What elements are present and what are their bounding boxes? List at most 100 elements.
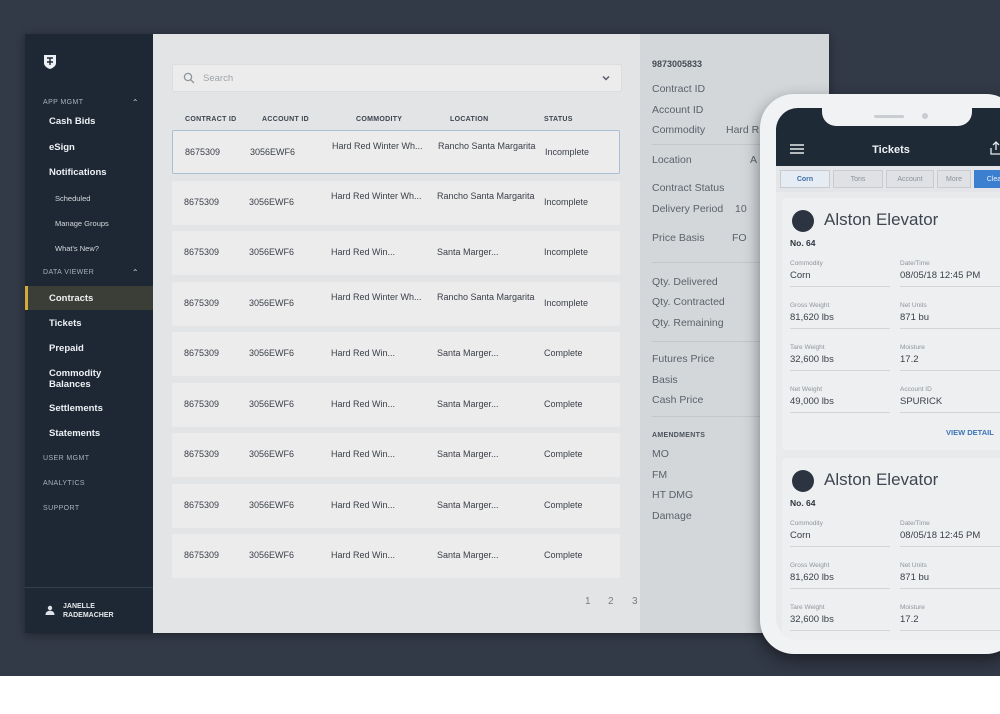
phone-notch [822,108,972,126]
sidebar-item-notifications[interactable]: Notifications [49,167,107,178]
section-label: DATA VIEWER [43,269,95,276]
sidebar-item-commodity-balances[interactable]: Commodity Balances [49,368,119,390]
cell-status: Complete [544,499,583,510]
sidebar-item-support[interactable]: SUPPORT [43,505,80,512]
detail-field-label: Basis [652,374,678,386]
table-row[interactable]: 8675309 3056EWF6 Hard Red Winter Wh... Ranc… [172,180,620,225]
cell-location: Santa Marger... [437,348,499,358]
amendment-item: Damage [652,509,692,522]
ticket-field-value: 08/05/18 12:45 PM [900,530,981,541]
detail-field-value: FO [732,232,747,244]
column-header-contract-id[interactable]: CONTRACT ID [185,116,237,123]
ticket-number: No. 64 [790,498,816,508]
ticket-field-value: 32,600 lbs [790,614,834,625]
clear-filters-button[interactable]: Clea [974,170,1000,188]
cell-commodity: Hard Red Win... [331,398,396,409]
filter-tab-corn[interactable]: Corn [780,170,830,188]
ticket-field-value: 08/05/18 12:45 PM [900,270,981,281]
elevator-logo-icon [792,470,814,492]
sidebar-item-user-mgmt[interactable]: USER MGMT [43,455,89,462]
page-1-link[interactable]: 1 [585,596,591,607]
detail-field-label: Cash Price [652,394,704,406]
phone-mockup: Tickets Corn Tons Account More Clea Alst… [760,94,1000,654]
sidebar-item-prepaid[interactable]: Prepaid [49,343,84,354]
search-bar[interactable]: Search [172,64,622,92]
table-row[interactable]: 8675309 3056EWF6 Hard Red Win... Santa Marg… [172,332,620,376]
cell-account-id: 3056EWF6 [249,348,295,358]
sidebar-subitem-scheduled[interactable]: Scheduled [55,194,90,203]
cell-contract-id: 8675309 [185,147,221,157]
table-row[interactable]: 8675309 3056EWF6 Hard Red Winter Wh... Ranc… [172,130,620,174]
view-detail-link[interactable]: VIEW DETAIL [946,428,994,437]
chevron-down-icon[interactable] [601,73,611,83]
table-row[interactable]: 8675309 3056EWF6 Hard Red Win... Santa Marg… [172,382,620,427]
ticket-field-value: 49,000 lbs [790,396,834,407]
table-row[interactable]: 8675309 3056EWF6 Hard Red Win... Santa Marg… [172,483,620,528]
table-row[interactable]: 8675309 3056EWF6 Hard Red Win... Santa Marg… [172,534,620,578]
sidebar-item-statements[interactable]: Statements [49,428,100,439]
ticket-card[interactable]: Alston Elevator No. 64 Commodity Corn Date… [782,458,1000,640]
cell-contract-id: 8675309 [184,247,220,257]
field-divider [900,630,1000,631]
ticket-field-label: Tare Weight [790,604,825,611]
filter-tab-account[interactable]: Account [886,170,934,188]
ticket-field-value: 17.2 [900,354,919,365]
ticket-card[interactable]: Alston Elevator No. 64 Commodity Corn Date… [782,198,1000,450]
detail-field-label: Location [652,154,692,166]
field-divider [790,286,890,287]
table-row[interactable]: 8675309 3056EWF6 Hard Red Win... Santa Marg… [172,231,620,275]
ticket-field-label: Moisture [900,604,925,611]
contracts-panel: Search CONTRACT ID ACCOUNT ID COMMODITY … [153,34,640,633]
field-divider [900,588,1000,589]
column-header-account-id[interactable]: ACCOUNT ID [262,116,309,123]
sidebar-item-cash-bids[interactable]: Cash Bids [49,116,95,127]
section-data-viewer[interactable]: DATA VIEWER ⌃ [43,268,145,277]
sidebar-subitem-whats-new[interactable]: What's New? [55,244,99,253]
detail-field-label: Delivery Period [652,203,724,215]
table-row[interactable]: 8675309 3056EWF6 Hard Red Win... Santa Marg… [172,433,620,477]
filter-tab-tons[interactable]: Tons [833,170,883,188]
detail-field-label: Contract Status [652,182,725,194]
cell-account-id: 3056EWF6 [249,499,295,510]
amendments-heading: AMENDMENTS [652,432,706,439]
column-header-status[interactable]: STATUS [544,116,573,123]
cell-contract-id: 8675309 [184,398,220,409]
sidebar-item-contracts[interactable]: Contracts [49,293,93,304]
sidebar-item-settlements[interactable]: Settlements [49,403,103,414]
search-icon [183,72,195,84]
cell-status: Complete [544,348,583,358]
cell-commodity: Hard Red Win... [331,348,396,358]
cell-status: Complete [544,398,583,409]
page-3-link[interactable]: 3 [632,596,638,607]
cell-account-id: 3056EWF6 [250,147,296,157]
cell-account-id: 3056EWF6 [249,398,295,409]
cell-account-id: 3056EWF6 [249,550,295,560]
ticket-field-value: 17.2 [900,614,919,625]
detail-field-label: Price Basis [652,232,705,244]
column-header-commodity[interactable]: COMMODITY [356,116,402,123]
field-divider [900,328,1000,329]
detail-field-label: Qty. Delivered [652,276,718,288]
cell-account-id: 3056EWF6 [249,196,295,207]
field-divider [790,370,890,371]
table-row[interactable]: 8675309 3056EWF6 Hard Red Winter Wh... Ranc… [172,281,620,326]
page-2-link[interactable]: 2 [608,596,614,607]
section-app-mgmt[interactable]: APP MGMT ⌃ [43,98,145,107]
cell-location: Santa Marger... [437,550,499,560]
share-icon[interactable] [990,141,1000,155]
column-header-location[interactable]: LOCATION [450,116,488,123]
sidebar-item-analytics[interactable]: ANALYTICS [43,480,85,487]
cell-commodity: Hard Red Winter Wh... [331,291,422,302]
ticket-field-label: Moisture [900,344,925,351]
user-profile[interactable]: JANELLE RADEMACHER [25,587,153,634]
phone-title: Tickets [872,144,910,156]
search-input[interactable]: Search [203,73,233,84]
sidebar-item-tickets[interactable]: Tickets [49,318,82,329]
cell-contract-id: 8675309 [184,449,220,459]
sidebar-subitem-manage-groups[interactable]: Manage Groups [55,219,109,228]
filter-tab-more[interactable]: More [937,170,971,188]
cell-contract-id: 8675309 [184,550,220,560]
ticket-field-label: Gross Weight [790,562,830,569]
ticket-field-value: 32,600 lbs [790,354,834,365]
sidebar-item-esign[interactable]: eSign [49,142,75,153]
